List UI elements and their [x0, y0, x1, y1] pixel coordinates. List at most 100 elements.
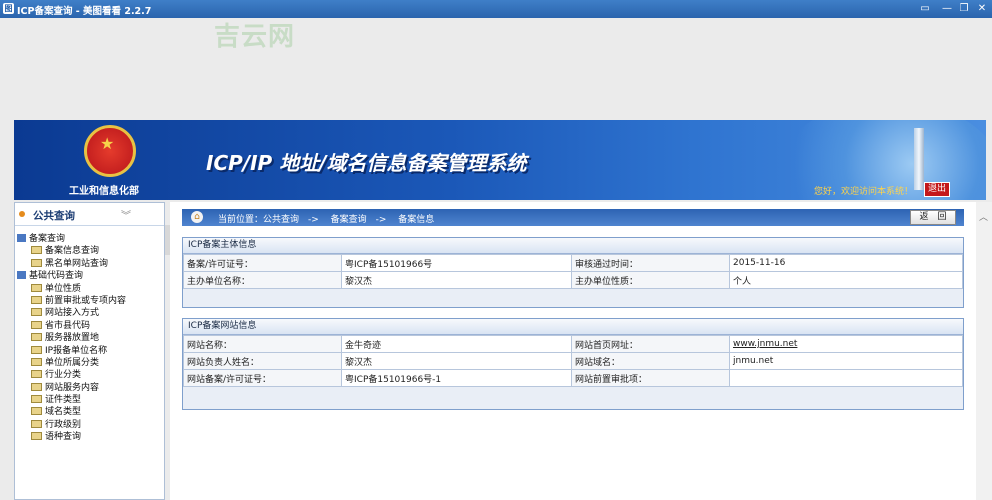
tree-group[interactable]: 备案查询 [17, 233, 126, 245]
field-value: 粤ICP备15101966号-1 [341, 369, 572, 387]
document-icon [31, 320, 42, 329]
sidebar-title: 公共查询 [33, 210, 75, 222]
tree-item-label: 语种查询 [45, 432, 82, 443]
tree-item[interactable]: 单位所属分类 [17, 357, 126, 369]
document-icon [31, 308, 42, 317]
welcome-text: 您好，欢迎访问本系统！ [814, 187, 914, 197]
tree-item[interactable]: 备案信息查询 [17, 245, 126, 257]
field-value: 粤ICP备15101966号 [341, 254, 572, 272]
pillar-graphic [914, 128, 924, 190]
table-row: 网站备案/许可证号： 粤ICP备15101966号-1 网站前置审批项： [183, 369, 963, 387]
field-value: 个人 [729, 271, 963, 289]
tree-item-label: 域名类型 [45, 407, 82, 418]
field-label: 主办单位性质： [571, 271, 730, 289]
field-label: 备案/许可证号： [183, 254, 342, 272]
panel-title: ICP备案主体信息 [183, 238, 963, 254]
document-icon [31, 407, 42, 416]
tree-item[interactable]: 黑名单网站查询 [17, 258, 126, 270]
document-icon [31, 345, 42, 354]
window-title: ICP备案查询 - 美图看看 2.2.7 [17, 6, 152, 17]
tree-item[interactable]: 行业分类 [17, 369, 126, 381]
document-icon [31, 419, 42, 428]
tree-item-label: 网站接入方式 [45, 308, 100, 319]
breadcrumb: ⌂ 当前位置：公共查询 -> 备案查询 -> 备案信息 [182, 209, 964, 226]
field-label: 网站负责人姓名： [183, 352, 342, 370]
national-emblem-icon: ★ [84, 125, 136, 177]
field-label: 网站名称： [183, 335, 342, 353]
field-label: 审核通过时间： [571, 254, 730, 272]
document-icon [31, 370, 42, 379]
home-icon[interactable]: ⌂ [191, 211, 203, 223]
document-icon [31, 258, 42, 267]
folder-icon [17, 271, 26, 280]
tree-item[interactable]: 前置审批或专项内容 [17, 295, 126, 307]
site-banner: ★ 工业和信息化部 ICP/IP 地址/域名信息备案管理系统 您好，欢迎访问本系… [14, 120, 986, 200]
tree-item[interactable]: IP报备单位名称 [17, 345, 126, 357]
ministry-name: 工业和信息化部 [69, 186, 139, 197]
tree-item-label: 单位所属分类 [45, 357, 100, 368]
tree-item-label: 网站服务内容 [45, 382, 100, 393]
tree-item[interactable]: 服务器放置地 [17, 332, 126, 344]
app-icon: 图 [3, 3, 14, 14]
bullet-icon [19, 211, 25, 217]
table-row: 备案/许可证号： 粤ICP备15101966号 审核通过时间： 2015-11-16 [183, 254, 963, 272]
tree-item-label: 服务器放置地 [45, 333, 100, 344]
breadcrumb-text: 当前位置：公共查询 -> 备案查询 -> 备案信息 [218, 215, 435, 225]
tree-group[interactable]: 基础代码查询 [17, 270, 126, 282]
tree-item-label: 基础代码查询 [29, 271, 84, 282]
field-value: 黎汉杰 [341, 271, 572, 289]
field-value[interactable]: www.jnmu.net [729, 335, 963, 353]
folder-icon [17, 234, 26, 242]
field-value: jnmu.net [729, 352, 963, 370]
restore-icon[interactable]: ❐ [957, 2, 971, 16]
tree-item-label: 备案信息查询 [45, 246, 100, 257]
document-icon [31, 295, 42, 304]
window-titlebar: 图 ICP备案查询 - 美图看看 2.2.7 ▭ — ❐ ✕ [0, 0, 992, 18]
document-icon [31, 333, 42, 342]
logout-button[interactable]: 退出 [924, 182, 950, 197]
nav-tree: 备案查询备案信息查询 黑名单网站查询基础代码查询 单位性质 前置审批或专项内容 网站接入… [17, 233, 126, 444]
document-icon [31, 283, 42, 292]
tree-item[interactable]: 语种查询 [17, 431, 126, 443]
field-value: 2015-11-16 [729, 254, 963, 272]
tree-item-label: 单位性质 [45, 283, 82, 294]
tree-item[interactable]: 网站服务内容 [17, 382, 126, 394]
tree-item-label: 证件类型 [45, 395, 82, 406]
tree-item-label: 备案查询 [29, 234, 66, 244]
subject-info-panel: ICP备案主体信息 备案/许可证号： 粤ICP备15101966号 审核通过时间： 2… [182, 237, 964, 308]
arrow-up-icon[interactable]: ︿ [979, 210, 988, 223]
tree-item[interactable]: 单位性质 [17, 283, 126, 295]
tree-item[interactable]: 行政级别 [17, 419, 126, 431]
document-icon [31, 395, 42, 404]
document-icon [31, 432, 42, 441]
close-icon[interactable]: ✕ [975, 2, 989, 16]
table-row: 网站负责人姓名： 黎汉杰 网站域名： jnmu.net [183, 352, 963, 370]
panel-title: ICP备案网站信息 [183, 319, 963, 335]
chevron-down-icon[interactable]: ︾ [121, 207, 131, 222]
field-label: 网站备案/许可证号： [183, 369, 342, 387]
fullscreen-icon[interactable]: ▭ [918, 2, 932, 16]
site-info-panel: ICP备案网站信息 网站名称： 金牛奇迹 网站首页网址： www.jnmu.net 网站… [182, 318, 964, 410]
field-value: 金牛奇迹 [341, 335, 572, 353]
sidebar: 公共查询 ︾ 备案查询备案信息查询 黑名单网站查询基础代码查询 单位性质 前置审批或专… [14, 202, 171, 500]
field-label: 主办单位名称： [183, 271, 342, 289]
document-icon [31, 382, 42, 391]
field-label: 网站域名： [571, 352, 730, 370]
tree-item[interactable]: 网站接入方式 [17, 307, 126, 319]
back-button[interactable]: 返 回 [910, 210, 956, 225]
page-scrollbar[interactable]: ︿ [976, 202, 992, 500]
tree-item[interactable]: 域名类型 [17, 406, 126, 418]
watermark: 吉云网 [214, 22, 296, 52]
field-value: 黎汉杰 [341, 352, 572, 370]
tree-item-label: 前置审批或专项内容 [45, 295, 127, 306]
tree-item[interactable]: 证件类型 [17, 394, 126, 406]
field-label: 网站前置审批项： [571, 369, 730, 387]
system-title: ICP/IP 地址/域名信息备案管理系统 [206, 151, 527, 175]
document-icon [31, 357, 42, 366]
tree-item-label: IP报备单位名称 [45, 345, 108, 356]
tree-item[interactable]: 省市县代码 [17, 320, 126, 332]
minimize-icon[interactable]: — [940, 2, 954, 16]
sidebar-header[interactable]: 公共查询 ︾ [15, 203, 164, 226]
tree-item-label: 黑名单网站查询 [45, 258, 109, 269]
document-icon [31, 246, 42, 255]
